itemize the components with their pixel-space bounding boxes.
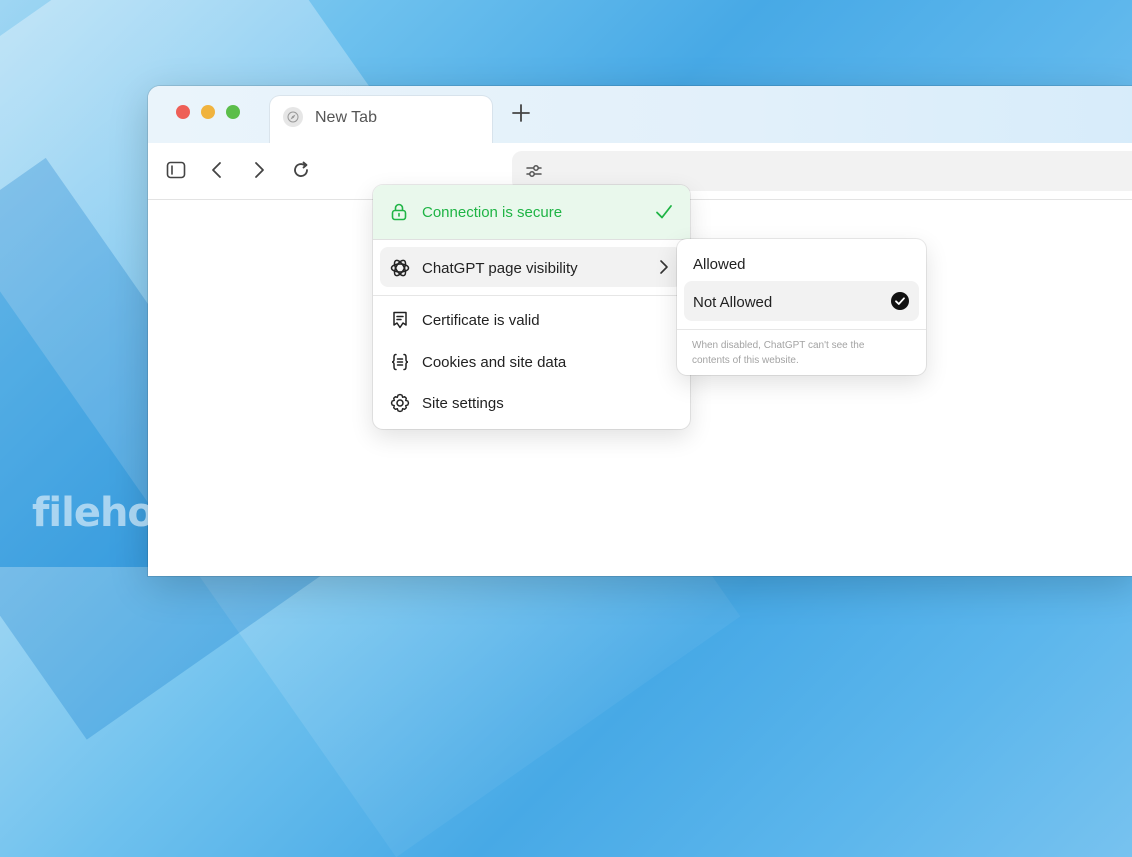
watermark-suffix: .com (221, 504, 284, 532)
tab-strip: New Tab (148, 86, 1132, 146)
gear-icon (389, 392, 411, 414)
certificate-icon (389, 309, 411, 331)
reload-icon (294, 161, 308, 177)
connection-secure-label: Connection is secure (422, 204, 563, 221)
chevron-right-icon (255, 162, 264, 178)
option-allowed[interactable]: Allowed (684, 243, 919, 283)
visibility-note: When disabled, ChatGPT can't see the con… (692, 340, 865, 366)
zoom-window-button[interactable] (226, 105, 240, 119)
submenu-divider (677, 329, 926, 330)
back-button[interactable] (206, 159, 228, 181)
connection-secure-row[interactable]: Connection is secure (373, 185, 690, 240)
plus-icon (512, 104, 530, 122)
site-settings-label: Site settings (422, 395, 504, 412)
cookies-label: Cookies and site data (422, 354, 567, 371)
certificate-label: Certificate is valid (422, 312, 540, 329)
chatgpt-visibility-label: ChatGPT page visibility (422, 260, 578, 277)
compass-icon (283, 107, 303, 127)
site-settings-item[interactable]: Site settings (373, 382, 690, 422)
option-allowed-label: Allowed (693, 256, 746, 273)
selected-check-icon (891, 292, 909, 310)
chevron-left-icon (212, 162, 221, 178)
close-window-button[interactable] (176, 105, 190, 119)
filehorse-watermark: filehorse.com (32, 490, 284, 536)
chevron-right-icon (656, 259, 672, 275)
tab-new-tab[interactable]: New Tab (270, 96, 492, 146)
option-not-allowed-label: Not Allowed (693, 294, 773, 311)
sliders-icon[interactable] (524, 161, 544, 181)
cookies-item[interactable]: Cookies and site data (373, 341, 690, 381)
certificate-item[interactable]: Certificate is valid (373, 299, 690, 339)
lock-icon (389, 202, 409, 222)
sidebar-icon (166, 161, 186, 179)
forward-button[interactable] (248, 159, 270, 181)
watermark-brand: filehorse (32, 490, 223, 536)
site-info-popover: Connection is secure ChatGPT page visibi… (373, 185, 690, 429)
checkmark-icon (654, 202, 674, 222)
tab-title: New Tab (315, 109, 377, 126)
sidebar-toggle-button[interactable] (165, 159, 187, 181)
cookie-braces-icon (389, 351, 411, 373)
minimize-window-button[interactable] (201, 105, 215, 119)
reload-button[interactable] (290, 159, 312, 181)
visibility-submenu: Allowed Not Allowed When disabled, ChatG… (677, 239, 926, 375)
chatgpt-visibility-item[interactable]: ChatGPT page visibility (380, 247, 682, 287)
popover-divider (373, 295, 690, 296)
option-not-allowed[interactable]: Not Allowed (684, 281, 919, 321)
new-tab-button[interactable] (508, 100, 534, 126)
openai-icon (389, 257, 411, 279)
